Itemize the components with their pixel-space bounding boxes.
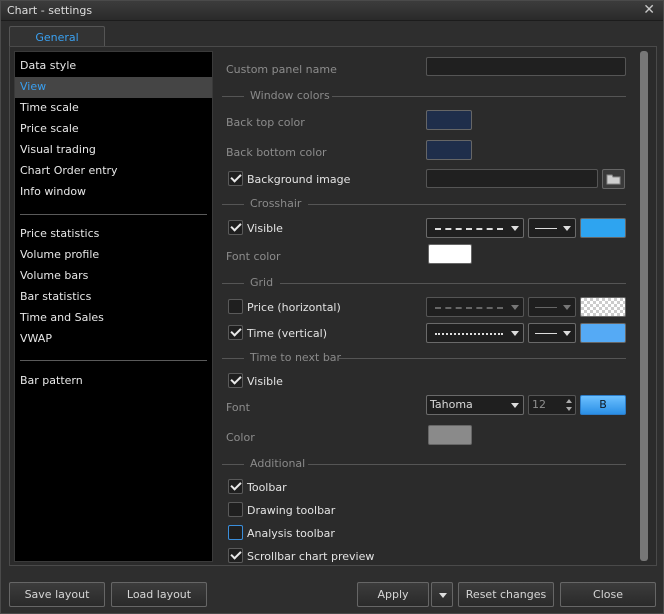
chevron-down-icon <box>511 226 519 231</box>
grid-price-color-swatch[interactable] <box>580 297 626 317</box>
sidebar-item-volume-bars[interactable]: Volume bars <box>15 266 212 287</box>
tab-content: Data style View Time scale Price scale V… <box>9 46 657 566</box>
crosshair-color-swatch[interactable] <box>580 218 626 238</box>
grid-price-horizontal-label: Price (horizontal) <box>247 301 341 314</box>
apply-button[interactable]: Apply <box>357 582 429 607</box>
crosshair-visible-checkbox[interactable] <box>228 220 243 235</box>
close-button[interactable]: Close <box>560 582 656 607</box>
save-layout-button[interactable]: Save layout <box>9 582 105 607</box>
analysis-toolbar-checkbox[interactable] <box>228 525 243 540</box>
sidebar-item-bar-statistics[interactable]: Bar statistics <box>15 287 212 308</box>
apply-options-button[interactable] <box>431 582 453 607</box>
grid-price-line-style-dropdown[interactable] <box>426 297 524 317</box>
time-to-next-bar-color-label: Color <box>226 431 255 444</box>
sidebar-divider <box>20 360 207 361</box>
additional-header: Additional <box>250 457 306 470</box>
analysis-toolbar-label: Analysis toolbar <box>247 527 335 540</box>
crosshair-font-color-label: Font color <box>226 250 281 263</box>
chevron-down-icon <box>563 305 571 310</box>
grid-price-horizontal-checkbox[interactable] <box>228 299 243 314</box>
reset-changes-button[interactable]: Reset changes <box>458 582 554 607</box>
grid-time-vertical-checkbox[interactable] <box>228 325 243 340</box>
grid-header: Grid <box>250 276 274 289</box>
crosshair-line-style-dropdown[interactable] <box>426 218 524 238</box>
crosshair-font-color-swatch[interactable] <box>428 244 472 264</box>
time-to-next-bar-color-swatch[interactable] <box>428 425 472 445</box>
sidebar-item-time-scale[interactable]: Time scale <box>15 98 212 119</box>
scrollbar-chart-preview-label: Scrollbar chart preview <box>247 550 375 563</box>
scrollbar-thumb[interactable] <box>640 51 648 561</box>
settings-window: Chart - settings ✕ General Data style Vi… <box>0 0 664 614</box>
additional-section: Additional <box>222 457 626 471</box>
grid-section: Grid <box>222 276 626 290</box>
chevron-down-icon <box>511 305 519 310</box>
sidebar-item-time-and-sales[interactable]: Time and Sales <box>15 308 212 329</box>
tab-bar: General <box>1 21 663 48</box>
back-bottom-color-swatch[interactable] <box>426 140 472 160</box>
grid-time-line-width-dropdown[interactable] <box>528 323 576 343</box>
chevron-down-icon <box>511 403 519 408</box>
sidebar-item-volume-profile[interactable]: Volume profile <box>15 245 212 266</box>
sidebar-item-chart-order-entry[interactable]: Chart Order entry <box>15 161 212 182</box>
font-size-value: 12 <box>532 398 546 411</box>
drawing-toolbar-checkbox[interactable] <box>228 502 243 517</box>
toolbar-checkbox[interactable] <box>228 479 243 494</box>
tab-general[interactable]: General <box>9 26 105 48</box>
folder-icon <box>606 174 621 185</box>
toolbar-label: Toolbar <box>247 481 287 494</box>
load-layout-button[interactable]: Load layout <box>111 582 207 607</box>
chevron-down-icon[interactable] <box>566 407 572 411</box>
grid-price-line-width-dropdown[interactable] <box>528 297 576 317</box>
crosshair-line-width-dropdown[interactable] <box>528 218 576 238</box>
font-family-value: Tahoma <box>430 398 473 411</box>
background-image-label: Background image <box>247 173 351 186</box>
grid-time-vertical-label: Time (vertical) <box>247 327 328 340</box>
scrollbar-chart-preview-checkbox[interactable] <box>228 548 243 563</box>
grid-time-line-style-dropdown[interactable] <box>426 323 524 343</box>
sidebar-item-visual-trading[interactable]: Visual trading <box>15 140 212 161</box>
background-image-path-input[interactable] <box>426 169 598 188</box>
title-bar[interactable]: Chart - settings ✕ <box>1 1 663 21</box>
font-size-stepper[interactable]: 12 <box>528 395 576 415</box>
window-colors-section: Window colors <box>222 89 626 103</box>
sidebar-item-vwap[interactable]: VWAP <box>15 329 212 350</box>
window-colors-header: Window colors <box>250 89 330 102</box>
crosshair-visible-label: Visible <box>247 222 283 235</box>
browse-folder-button[interactable] <box>602 169 625 189</box>
back-bottom-color-label: Back bottom color <box>226 146 327 159</box>
settings-sidebar: Data style View Time scale Price scale V… <box>14 51 213 562</box>
sidebar-item-info-window[interactable]: Info window <box>15 182 212 203</box>
chevron-down-icon <box>511 331 519 336</box>
window-title: Chart - settings <box>7 4 93 17</box>
sidebar-item-price-statistics[interactable]: Price statistics <box>15 224 212 245</box>
close-icon[interactable]: ✕ <box>643 2 655 18</box>
chevron-down-icon <box>563 331 571 336</box>
sidebar-item-view[interactable]: View <box>15 77 212 98</box>
time-to-next-bar-visible-checkbox[interactable] <box>228 373 243 388</box>
custom-panel-name-label: Custom panel name <box>226 63 337 76</box>
vertical-scrollbar[interactable] <box>638 51 650 563</box>
sidebar-divider <box>20 214 207 215</box>
time-to-next-bar-visible-label: Visible <box>247 375 283 388</box>
back-top-color-swatch[interactable] <box>426 110 472 130</box>
font-label: Font <box>226 401 250 414</box>
chevron-down-icon <box>563 226 571 231</box>
bold-toggle-button[interactable]: B <box>580 395 626 415</box>
grid-time-color-swatch[interactable] <box>580 323 626 343</box>
background-image-checkbox[interactable] <box>228 171 243 186</box>
chevron-up-icon[interactable] <box>566 399 572 403</box>
chevron-down-icon <box>439 593 447 598</box>
back-top-color-label: Back top color <box>226 116 305 129</box>
sidebar-item-bar-pattern[interactable]: Bar pattern <box>15 371 212 392</box>
drawing-toolbar-label: Drawing toolbar <box>247 504 336 517</box>
time-to-next-bar-section: Time to next bar <box>222 351 626 365</box>
crosshair-header: Crosshair <box>250 197 302 210</box>
time-to-next-bar-header: Time to next bar <box>250 351 342 364</box>
dialog-footer: Save layout Load layout Apply Reset chan… <box>1 569 663 613</box>
crosshair-section: Crosshair <box>222 197 626 211</box>
sidebar-item-data-style[interactable]: Data style <box>15 56 212 77</box>
sidebar-item-price-scale[interactable]: Price scale <box>15 119 212 140</box>
font-family-dropdown[interactable]: Tahoma <box>426 395 524 415</box>
custom-panel-name-input[interactable] <box>426 57 626 76</box>
